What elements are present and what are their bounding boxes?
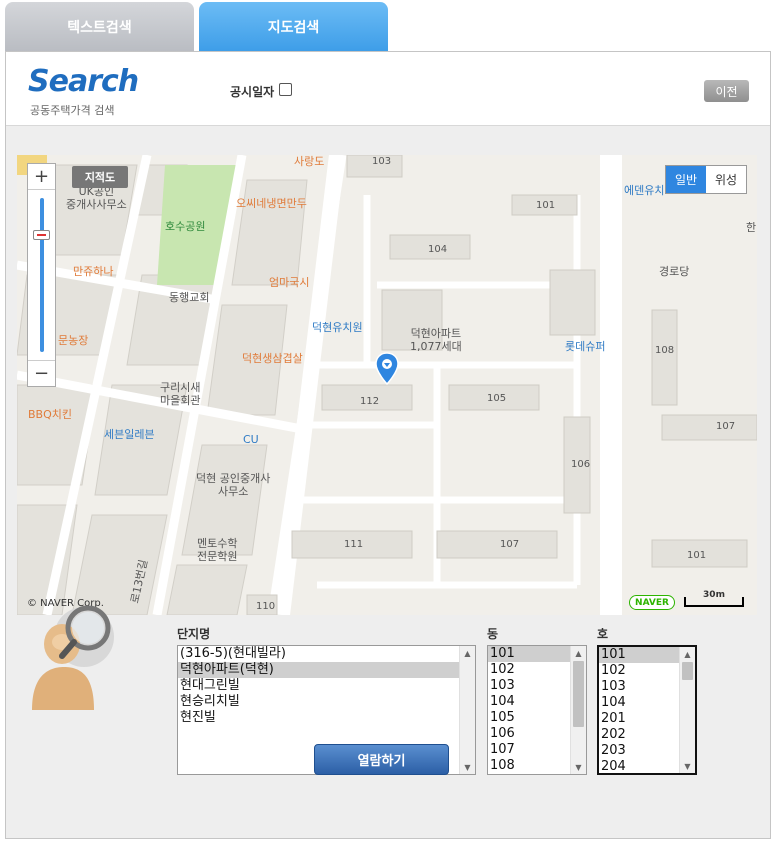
cadastral-map-button[interactable]: 지적도 [72, 166, 128, 188]
list-item[interactable]: 현대그린빌 [178, 678, 475, 694]
map-label: UK공인 중개사사무소 [66, 185, 127, 211]
search-logo: Search [28, 64, 139, 99]
map-label: 사랑도 [294, 155, 325, 168]
map-label: 롯데슈퍼 [565, 340, 606, 353]
building-number: 108 [655, 345, 675, 356]
map-type-satellite[interactable]: 위성 [706, 166, 746, 193]
list-item[interactable]: 현진빌 [178, 710, 475, 726]
logo-subtitle: 공동주택가격 검색 [30, 104, 115, 117]
map-label: 호수공원 [165, 220, 206, 233]
map-type-toggle[interactable]: 일반 위성 [665, 165, 747, 194]
prev-button[interactable]: 이전 [704, 80, 749, 102]
map-label: BBQ치킨 [28, 408, 72, 421]
map-label: 덕현유치원 [312, 321, 363, 334]
map-label: 엄마국시 [269, 276, 310, 289]
map-label: 덕현 공인중개사 사무소 [196, 472, 271, 498]
building-number: 112 [360, 396, 380, 407]
building-number: 107 [716, 421, 736, 432]
building-number: 105 [487, 393, 507, 404]
map-label: 경로당 [659, 265, 690, 278]
dong-label: 동 [487, 627, 499, 641]
scrollbar[interactable]: ▲ ▼ [679, 647, 695, 773]
scroll-down-icon[interactable]: ▼ [680, 759, 695, 773]
map-block [231, 179, 308, 286]
scroll-down-icon[interactable]: ▼ [571, 760, 586, 774]
building-number: 110 [256, 601, 276, 612]
map-label: CU [243, 433, 259, 446]
zoom-out-button[interactable]: − [28, 360, 55, 386]
map-label: 에덴유치 [624, 184, 665, 197]
map-type-normal[interactable]: 일반 [666, 166, 706, 193]
building-number: 107 [500, 539, 520, 550]
building-number: 104 [428, 244, 448, 255]
ho-label: 호 [597, 627, 609, 641]
tab-text-search[interactable]: 텍스트검색 [5, 2, 194, 52]
map-label: 덕현아파트 1,077세대 [410, 327, 462, 353]
map-label: 세븐일레븐 [104, 428, 155, 441]
user-search-icon [32, 605, 114, 710]
building-number: 101 [536, 200, 556, 211]
zoom-slider-thumb[interactable] [33, 230, 50, 240]
search-header: Search 공동주택가격 검색 공시일자 이전 [6, 52, 770, 126]
map-view[interactable]: 사랑도 UK공인 중개사사무소 호수공원 오씨네냉면만두 만쥬하나 동행교회 엄… [17, 155, 757, 615]
public-date-label: 공시일자 [230, 85, 275, 99]
building-number: 101 [687, 550, 707, 561]
list-item[interactable]: 현승리치빌 [178, 694, 475, 710]
scrollbar[interactable]: ▲ ▼ [459, 646, 475, 774]
map-label: 동행교회 [169, 291, 210, 304]
map-scale-bar: 30m [684, 591, 744, 607]
scale-label: 30m [703, 590, 725, 600]
map-label: 한 [746, 221, 757, 234]
view-button[interactable]: 열람하기 [314, 744, 449, 775]
scroll-down-icon[interactable]: ▼ [460, 760, 475, 774]
scroll-up-icon[interactable]: ▲ [460, 646, 475, 660]
scroll-up-icon[interactable]: ▲ [571, 646, 586, 660]
scroll-up-icon[interactable]: ▲ [680, 647, 695, 661]
map-block [166, 564, 248, 615]
building-number: 103 [372, 156, 392, 167]
list-item[interactable]: (316-5)(현대빌라) [178, 646, 475, 662]
map-label: 오씨네냉면만두 [236, 197, 307, 210]
complex-label: 단지명 [177, 627, 211, 641]
ho-listbox[interactable]: 101 102 103 104 201 202 203 204 ▲ ▼ [597, 645, 697, 775]
map-label: 멘토수학 전문학원 [197, 537, 238, 563]
map-label: 문농장 [58, 334, 89, 347]
public-date-checkbox[interactable] [279, 83, 292, 96]
scroll-thumb[interactable] [682, 662, 693, 680]
map-label: 만쥬하나 [73, 265, 114, 278]
map-label: 구리시새 마을회관 [160, 381, 201, 407]
building-number: 106 [571, 459, 591, 470]
scroll-thumb[interactable] [573, 661, 584, 727]
naver-logo[interactable]: NAVER [629, 595, 675, 610]
location-pin-icon[interactable] [375, 352, 399, 386]
scrollbar[interactable]: ▲ ▼ [570, 646, 586, 774]
dong-listbox[interactable]: 101 102 103 104 105 106 107 108 ▲ ▼ [487, 645, 587, 775]
zoom-control[interactable]: + − [27, 163, 56, 387]
zoom-track[interactable] [40, 198, 44, 352]
list-item[interactable]: 덕현아파트(덕현) [178, 662, 475, 678]
map-label: 덕현생삼겹살 [242, 352, 303, 365]
tab-map-search[interactable]: 지도검색 [199, 2, 388, 52]
building-number: 111 [344, 539, 364, 550]
zoom-in-button[interactable]: + [28, 164, 55, 190]
